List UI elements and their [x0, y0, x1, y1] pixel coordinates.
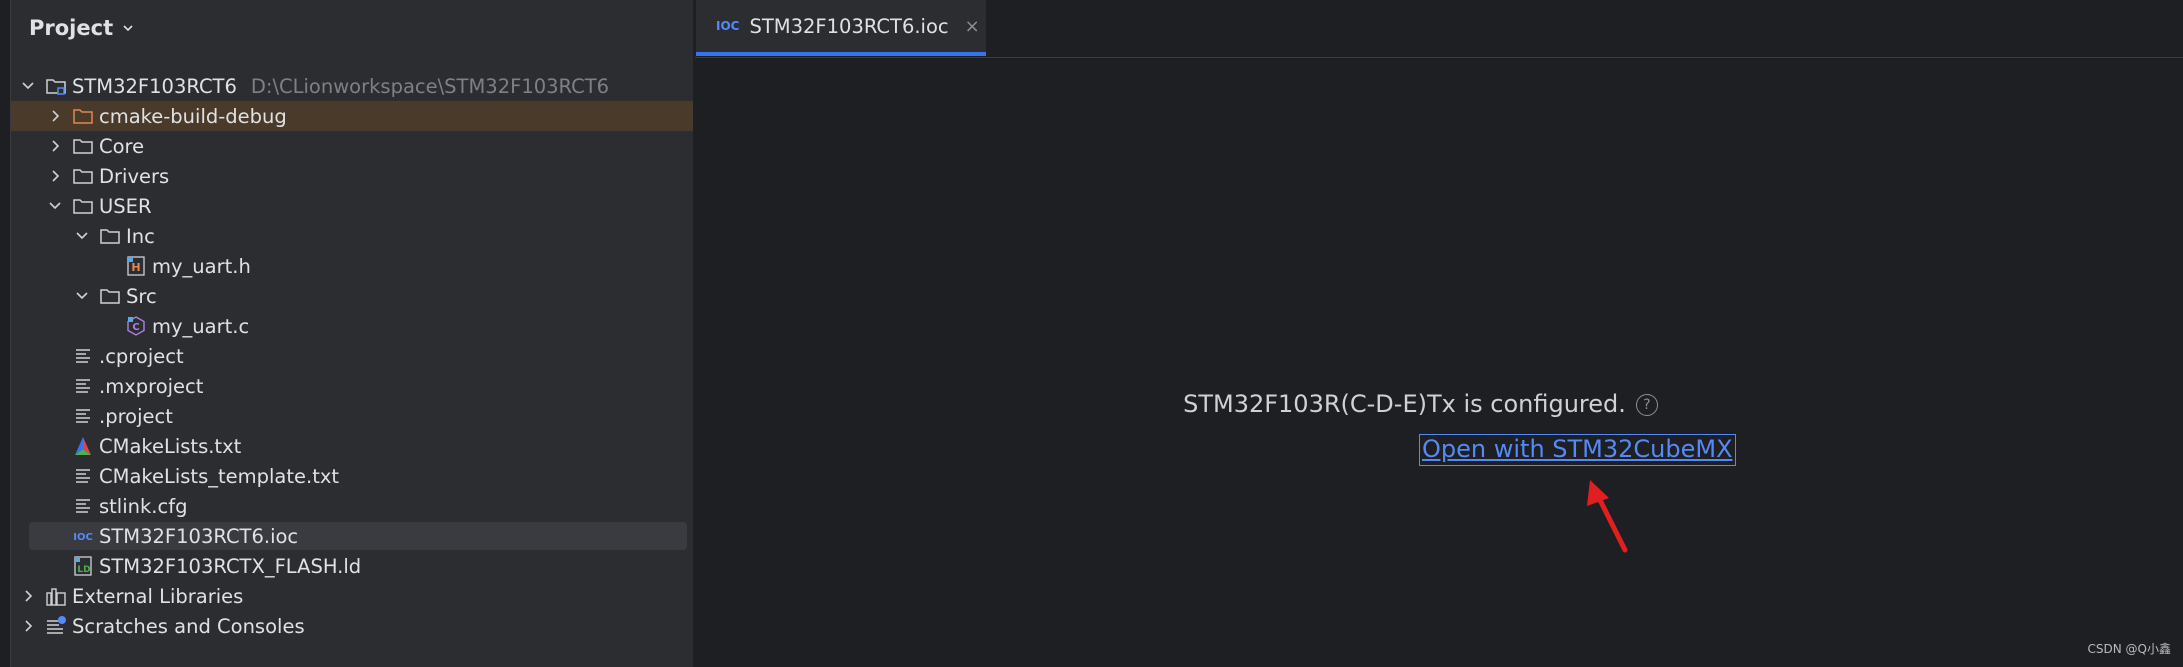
linker-file-icon: LD [74, 556, 92, 576]
chevron-right-icon[interactable] [20, 588, 36, 604]
tree-item-stlink-cfg[interactable]: stlink.cfg [11, 491, 693, 521]
chevron-right-icon[interactable] [47, 138, 63, 154]
chevron-down-icon[interactable] [74, 288, 90, 304]
svg-text:IOC: IOC [73, 532, 93, 543]
configured-message: STM32F103R(C-D-E)Tx is configured.? [695, 390, 2146, 418]
tree-item-project[interactable]: .project [11, 401, 693, 431]
tree-item-core[interactable]: Core [11, 131, 693, 161]
folder-icon [73, 199, 93, 214]
libraries-icon [46, 588, 66, 606]
chevron-right-icon[interactable] [20, 618, 36, 634]
watermark: CSDN @Q小鑫 [2087, 642, 2171, 656]
help-icon[interactable]: ? [1635, 394, 1658, 416]
tree-item-scratches[interactable]: Scratches and Consoles [11, 611, 693, 641]
tree-item-src[interactable]: Src [11, 281, 693, 311]
tree-item-label: STM32F103RCT6.ioc [99, 524, 299, 548]
panel-title: Project [29, 16, 114, 40]
tree-item-cmakelists-template[interactable]: CMakeLists_template.txt [11, 461, 693, 491]
tree-item-label: cmake-build-debug [99, 104, 287, 128]
ide-window: Project STM32F103RCT6 D:\CLionworkspace\… [0, 0, 2183, 667]
chevron-down-icon[interactable] [74, 228, 90, 244]
svg-text:LD: LD [77, 565, 90, 575]
c-file-icon: C [127, 316, 145, 336]
folder-icon [100, 289, 120, 304]
tree-item-label: External Libraries [72, 584, 244, 608]
tree-item-cmakelists[interactable]: CMakeLists.txt [11, 431, 693, 461]
text-file-icon [76, 379, 90, 393]
tree-item-label: USER [99, 194, 152, 218]
folder-icon [100, 229, 120, 244]
module-folder-icon [46, 79, 66, 95]
tree-item-cproject[interactable]: .cproject [11, 341, 693, 371]
tree-item-external-libraries[interactable]: External Libraries [11, 581, 693, 611]
tree-item-inc[interactable]: Inc [11, 221, 693, 251]
tree-item-flash-ld[interactable]: LD STM32F103RCTX_FLASH.ld [11, 551, 693, 581]
tree-item-label: stlink.cfg [99, 494, 188, 518]
tree-item-label: my_uart.h [152, 254, 251, 278]
chevron-down-icon[interactable] [121, 21, 135, 35]
open-with-cubemx-link[interactable]: Open with STM32CubeMX [1419, 434, 1736, 466]
message-text: STM32F103R(C-D-E)Tx is configured. [1183, 390, 1626, 418]
tree-item-label: .project [99, 404, 173, 428]
tree-item-label: .mxproject [99, 374, 204, 398]
chevron-down-icon[interactable] [47, 198, 63, 214]
tree-item-label: CMakeLists.txt [99, 434, 242, 458]
tree-item-label: STM32F103RCT6 [72, 74, 237, 98]
header-file-icon: H [127, 256, 145, 276]
close-icon[interactable]: × [965, 16, 980, 37]
folder-icon [73, 169, 93, 184]
tree-item-root[interactable]: STM32F103RCT6 D:\CLionworkspace\STM32F10… [11, 71, 693, 101]
tab-ioc-file[interactable]: IOC STM32F103RCT6.ioc × [696, 0, 986, 56]
tree-item-label: Core [99, 134, 145, 158]
text-file-icon [76, 469, 90, 483]
tree-item-path: D:\CLionworkspace\STM32F103RCT6 [250, 74, 610, 98]
panel-header[interactable]: Project [11, 0, 693, 56]
tree-item-label: CMakeLists_template.txt [99, 464, 340, 488]
tree-item-label: Scratches and Consoles [72, 614, 305, 638]
chevron-down-icon[interactable] [20, 78, 36, 94]
project-panel: Project STM32F103RCT6 D:\CLionworkspace\… [11, 0, 695, 667]
tree-item-my-uart-c[interactable]: C my_uart.c [11, 311, 693, 341]
text-file-icon [76, 349, 90, 363]
editor-tab-bar: IOC STM32F103RCT6.ioc × [695, 0, 2183, 58]
tool-window-strip [0, 0, 11, 667]
editor-area: IOC STM32F103RCT6.ioc × STM32F103R(C-D-E… [695, 0, 2183, 667]
text-file-icon [76, 409, 90, 423]
tab-label: STM32F103RCT6.ioc [749, 14, 949, 38]
tree-item-ioc[interactable]: IOC STM32F103RCT6.ioc [11, 521, 693, 551]
tree-item-label: Drivers [99, 164, 170, 188]
tree-item-label: STM32F103RCTX_FLASH.ld [99, 554, 362, 578]
tree-item-my-uart-h[interactable]: H my_uart.h [11, 251, 693, 281]
tree-item-drivers[interactable]: Drivers [11, 161, 693, 191]
excluded-folder-icon [73, 109, 93, 124]
text-file-icon [76, 499, 90, 513]
svg-text:H: H [131, 261, 140, 274]
tree-item-label: .cproject [99, 344, 184, 368]
folder-icon [73, 139, 93, 154]
svg-text:C: C [132, 322, 139, 333]
tree-item-user[interactable]: USER [11, 191, 693, 221]
cmake-icon [75, 437, 91, 455]
tree-item-cmake-build-debug[interactable]: cmake-build-debug [11, 101, 693, 131]
tree-item-label: Src [126, 284, 157, 308]
tree-item-mxproject[interactable]: .mxproject [11, 371, 693, 401]
tree-item-label: Inc [126, 224, 155, 248]
scratches-icon [47, 616, 66, 634]
tree-item-label: my_uart.c [152, 314, 250, 338]
chevron-right-icon[interactable] [47, 108, 63, 124]
ioc-file-icon: IOC [73, 532, 93, 543]
chevron-right-icon[interactable] [47, 168, 63, 184]
annotation-arrow-icon [1587, 480, 1628, 553]
ioc-file-icon: IOC [716, 19, 740, 33]
